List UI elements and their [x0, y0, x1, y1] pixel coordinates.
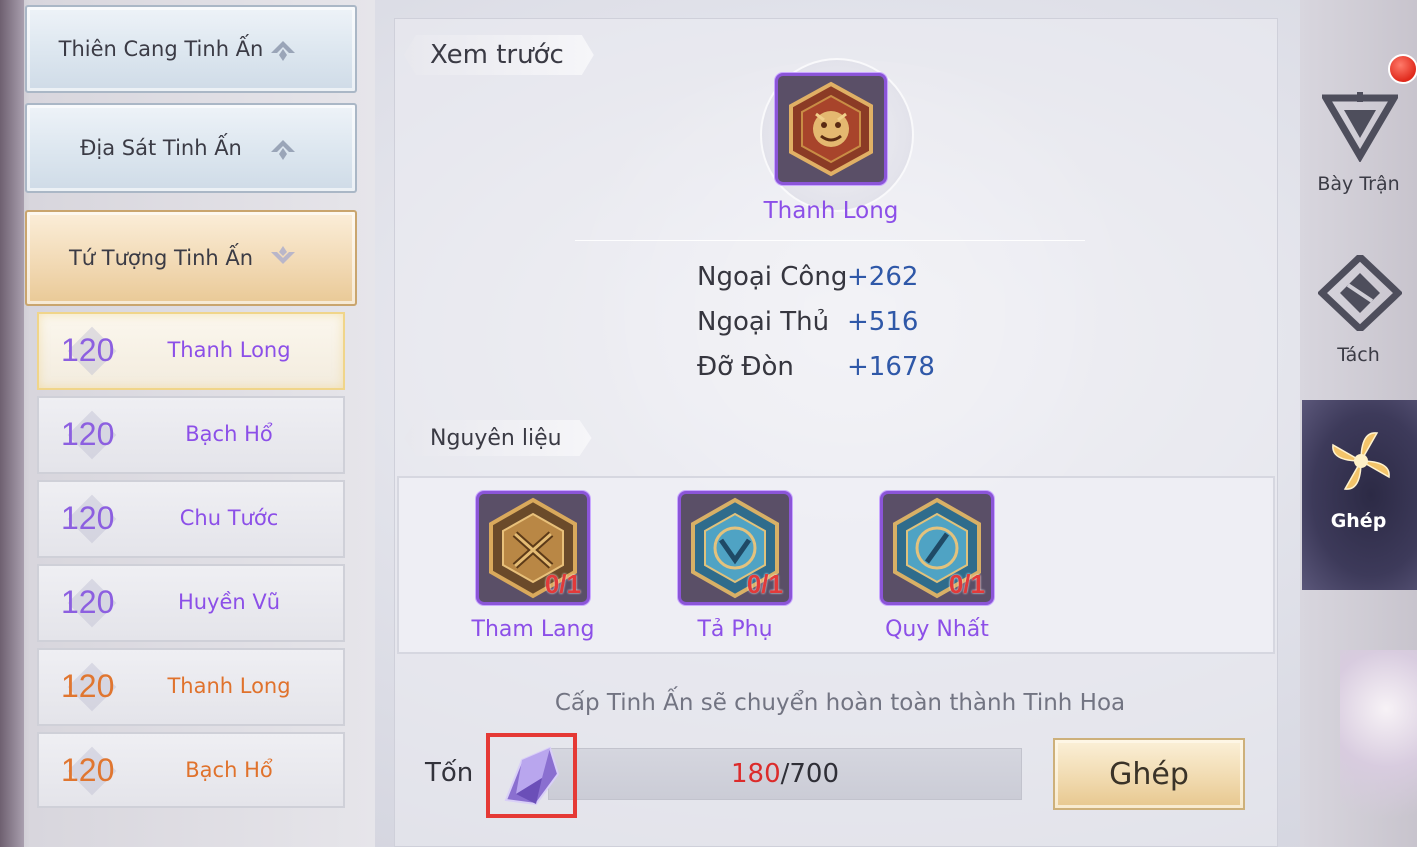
item-level: 120 [61, 500, 115, 536]
stat-label-ngoai-cong: Ngoại Công [697, 262, 848, 292]
conversion-note: Cấp Tinh Ấn sẽ chuyển hoàn toàn thành Ti… [554, 690, 1126, 716]
item-name: Bạch Hổ [185, 422, 273, 446]
material-count: 0/1 [746, 569, 783, 599]
chevron-up-icon [271, 140, 295, 160]
list-item-bach-ho[interactable]: 120 Bạch Hổ [37, 396, 345, 474]
cost-have: 180 [730, 759, 781, 789]
item-level: 120 [61, 752, 115, 788]
materials-section-label: Nguyên liệu [404, 420, 592, 456]
item-name: Huyền Vũ [177, 590, 281, 614]
lotus-decoration [1340, 650, 1417, 847]
category-tu-tuong[interactable]: Tứ Tượng Tinh Ấn [25, 210, 357, 306]
chevron-down-icon [271, 246, 295, 264]
notification-dot [1388, 54, 1417, 84]
list-item-thanh-long-orange[interactable]: 120 Thanh Long [37, 648, 345, 726]
preview-section-label: Xem trước [404, 35, 594, 75]
material-ta-phu[interactable]: 0/1 [678, 491, 792, 605]
item-name: Thanh Long [167, 674, 291, 698]
item-name: Chu Tước [179, 506, 279, 530]
list-item-bach-ho-orange[interactable]: 120 Bạch Hổ [37, 732, 345, 808]
stat-label-ngoai-thu: Ngoại Thủ [697, 307, 830, 337]
stat-value-ngoai-cong: +262 [847, 262, 919, 292]
material-name: Quy Nhất [885, 617, 989, 642]
highlight-box [486, 733, 577, 818]
item-level: 120 [61, 668, 115, 704]
stat-label-do-don: Đỡ Đòn [697, 352, 794, 382]
category-dia-sat[interactable]: Địa Sát Tinh Ấn [25, 103, 357, 193]
item-level: 120 [61, 584, 115, 620]
nav-label-tach[interactable]: Tách [1300, 344, 1417, 366]
list-item-chu-tuoc[interactable]: 120 Chu Tước [37, 480, 345, 558]
preview-item-name: Thanh Long [763, 198, 899, 224]
cost-progress: 180/700 [548, 748, 1022, 800]
formation-icon[interactable] [1322, 92, 1398, 162]
item-name: Thanh Long [167, 338, 291, 362]
combine-icon[interactable] [1325, 425, 1397, 497]
nav-label-ghep[interactable]: Ghép [1300, 510, 1417, 532]
item-level: 120 [61, 416, 115, 452]
material-name: Tham Lang [471, 617, 595, 642]
category-thien-cang[interactable]: Thiên Cang Tinh Ấn [25, 5, 357, 93]
material-name: Tả Phụ [697, 617, 773, 642]
dragon-seal-icon [789, 81, 873, 177]
list-item-huyen-vu[interactable]: 120 Huyền Vũ [37, 564, 345, 642]
sidebar-edge-decoration [0, 0, 24, 847]
cost-label: Tốn [425, 758, 474, 788]
item-level: 120 [61, 332, 115, 368]
list-item-thanh-long[interactable]: 120 Thanh Long [37, 312, 345, 390]
split-icon[interactable] [1318, 255, 1402, 331]
material-count: 0/1 [544, 569, 581, 599]
stat-value-ngoai-thu: +516 [847, 307, 919, 337]
material-quy-nhat[interactable]: 0/1 [880, 491, 994, 605]
preview-item-icon-frame[interactable] [775, 73, 887, 185]
category-label: Địa Sát Tinh Ấn [80, 136, 242, 160]
ghep-button[interactable]: Ghép [1053, 738, 1245, 810]
material-count: 0/1 [948, 569, 985, 599]
nav-label-bay-tran[interactable]: Bày Trận [1300, 173, 1417, 195]
category-label: Thiên Cang Tinh Ấn [58, 37, 264, 61]
cost-need: /700 [780, 759, 840, 789]
item-name: Bạch Hổ [185, 758, 273, 782]
preview-divider [575, 240, 1085, 241]
stat-value-do-don: +1678 [847, 352, 935, 382]
material-tham-lang[interactable]: 0/1 [476, 491, 590, 605]
chevron-up-icon [271, 41, 295, 61]
category-label: Tứ Tượng Tinh Ấn [68, 246, 254, 270]
